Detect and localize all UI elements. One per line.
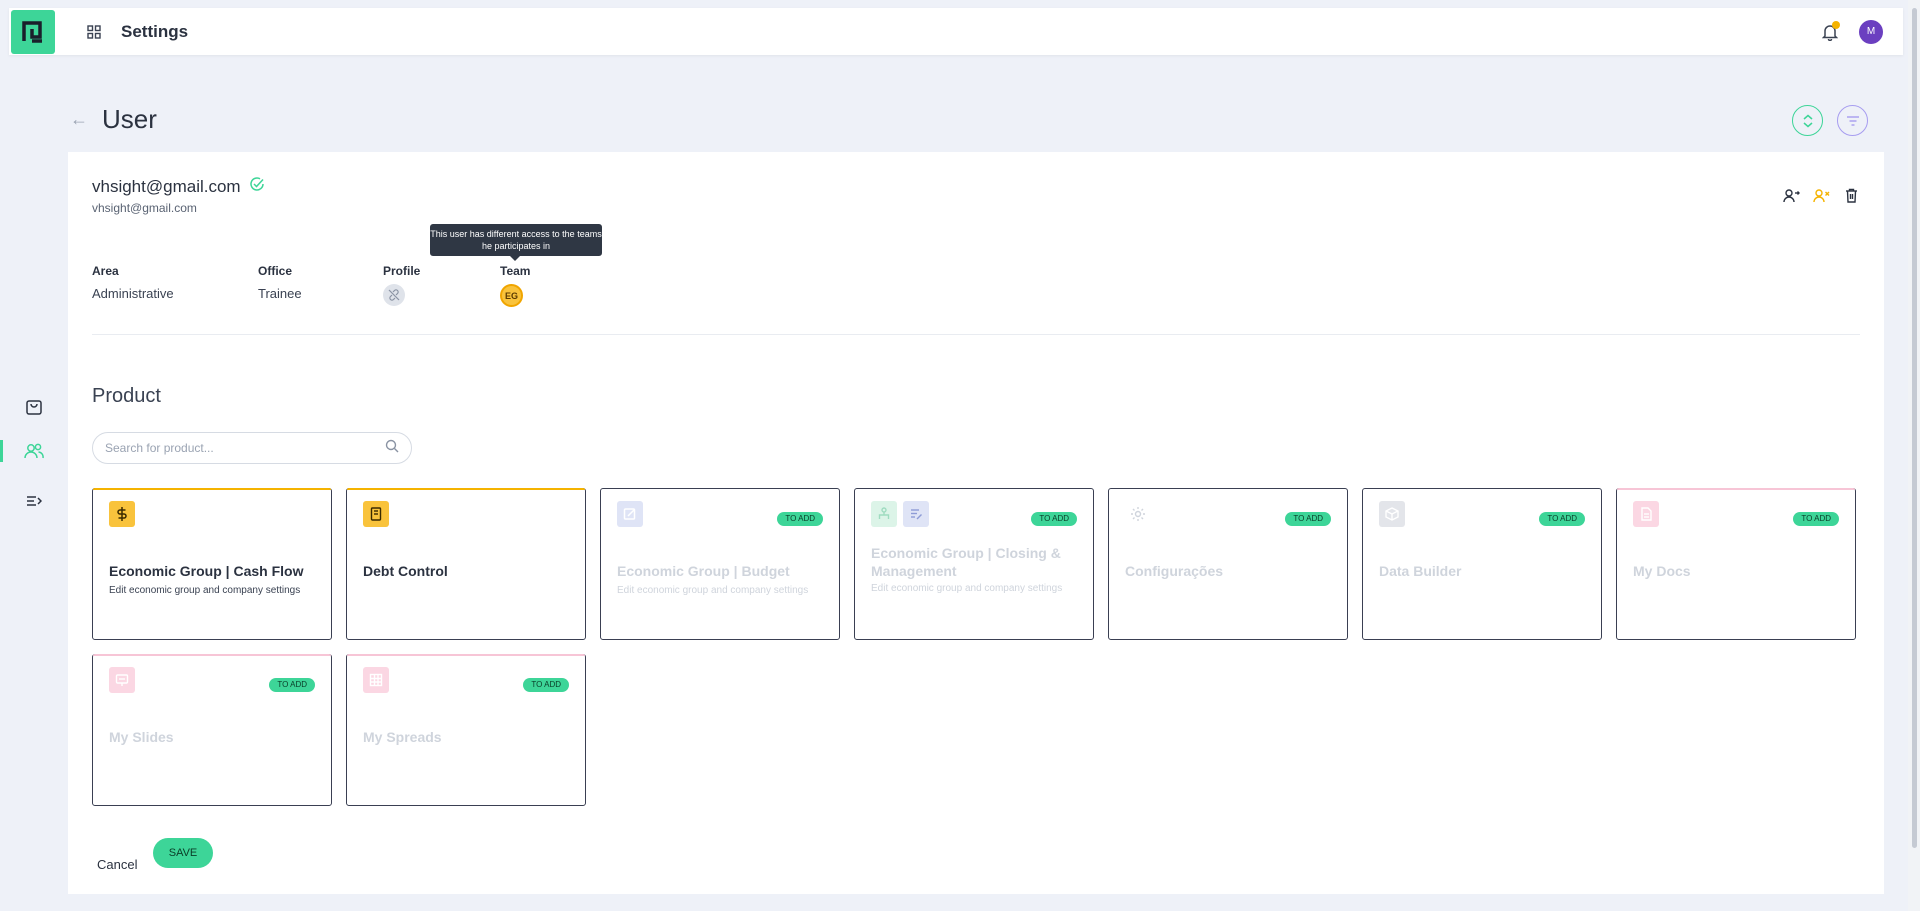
office-label: Office [258, 264, 293, 278]
product-tile-my-spreads[interactable]: TO ADD My Spreads [346, 654, 586, 806]
area-field: Area Administrative [92, 264, 174, 301]
rail-bag-icon[interactable] [22, 395, 46, 419]
grid-icon [363, 667, 389, 693]
product-tile-my-docs[interactable]: TO ADD My Docs [1616, 488, 1856, 640]
tile-desc: Edit economic group and company settings [109, 585, 301, 596]
tile-accent [347, 488, 585, 490]
team-badge[interactable]: EG [500, 284, 523, 307]
cancel-button[interactable]: Cancel [97, 857, 137, 872]
tile-accent [93, 654, 331, 656]
product-tile-cash-flow[interactable]: Economic Group | Cash Flow Edit economic… [92, 488, 332, 640]
page-header: ← User [70, 104, 157, 135]
app-logo[interactable] [11, 9, 55, 54]
page-title: User [102, 104, 157, 134]
user-card: vhsight@gmail.com vhsight@gmail.com This… [68, 152, 1884, 894]
notification-dot [1832, 20, 1840, 29]
product-search [92, 432, 412, 464]
product-search-input[interactable] [105, 441, 385, 455]
product-tile-debt-control[interactable]: Debt Control [346, 488, 586, 640]
to-add-badge: TO ADD [1031, 512, 1077, 526]
app-title: Settings [121, 21, 189, 41]
tile-accent [93, 488, 331, 490]
trash-icon[interactable] [1842, 186, 1860, 204]
user-remove-icon[interactable] [1812, 186, 1830, 204]
product-tile-my-slides[interactable]: TO ADD My Slides [92, 654, 332, 806]
tile-desc: Edit economic group and company settings [871, 583, 1063, 594]
product-section-title: Product [92, 385, 161, 407]
slides-icon [109, 667, 135, 693]
edit-doc-icon [617, 501, 643, 527]
page-scrollbar[interactable] [1908, 0, 1920, 911]
product-tile-configuracoes[interactable]: TO ADD Configurações [1108, 488, 1348, 640]
profile-label: Profile [383, 264, 421, 278]
to-add-badge: TO ADD [1793, 512, 1839, 526]
top-bar: Settings M [9, 8, 1903, 55]
to-add-badge: TO ADD [1539, 512, 1585, 526]
rail-collapse-icon[interactable] [22, 489, 46, 513]
divider [92, 334, 1860, 335]
rail-active-indicator [0, 440, 3, 462]
header-actions [1792, 105, 1868, 136]
unlinked-profile-icon[interactable] [383, 284, 405, 306]
user-avatar[interactable]: M [1859, 19, 1883, 44]
team-label: Team [500, 264, 531, 278]
verified-check-icon [249, 176, 265, 197]
gear-icon [1125, 501, 1151, 527]
team-field: Team EG [500, 264, 530, 307]
user-email: vhsight@gmail.com [92, 176, 241, 196]
user-email-sub: vhsight@gmail.com [92, 201, 197, 215]
to-add-badge: TO ADD [269, 678, 315, 692]
tile-accent [347, 654, 585, 656]
to-add-badge: TO ADD [777, 512, 823, 526]
profile-field: Profile [383, 264, 420, 306]
user-switch-icon[interactable] [1782, 186, 1800, 204]
office-value: Trainee [258, 286, 302, 301]
tile-name: My Docs [1633, 563, 1691, 579]
back-arrow-icon[interactable]: ← [70, 109, 88, 130]
book-icon [363, 501, 389, 527]
area-value: Administrative [92, 286, 174, 301]
tile-name: My Spreads [363, 729, 442, 745]
cube-icon [1379, 501, 1405, 527]
user-actions [1782, 186, 1860, 204]
tile-name: Economic Group | Cash Flow [109, 563, 304, 579]
save-button[interactable]: SAVE [153, 838, 213, 868]
apps-grid-icon[interactable] [83, 21, 105, 43]
tile-name: Debt Control [363, 563, 448, 579]
tile-name: Economic Group | Budget [617, 563, 790, 579]
filter-button[interactable] [1837, 105, 1868, 136]
office-field: Office Trainee [258, 264, 302, 301]
edit-list-icon [903, 501, 929, 527]
area-label: Area [92, 264, 119, 278]
product-tile-data-builder[interactable]: TO ADD Data Builder [1362, 488, 1602, 640]
product-tile-closing-management[interactable]: TO ADD Economic Group | Closing & Manage… [854, 488, 1094, 640]
expand-collapse-button[interactable] [1792, 105, 1823, 136]
tile-desc: Edit economic group and company settings [617, 585, 809, 596]
to-add-badge: TO ADD [523, 678, 569, 692]
search-icon[interactable] [385, 439, 399, 458]
org-chart-icon [871, 501, 897, 527]
scrollbar-thumb[interactable] [1912, 8, 1917, 848]
doc-icon [1633, 501, 1659, 527]
tile-name: Configurações [1125, 563, 1224, 579]
rail-users-icon[interactable] [22, 439, 46, 463]
tile-name: My Slides [109, 729, 174, 745]
tile-accent [1617, 488, 1855, 490]
to-add-badge: TO ADD [1285, 512, 1331, 526]
tile-name: Economic Group | Closing & Management [871, 545, 1061, 579]
dollar-icon [109, 501, 135, 527]
team-tooltip: This user has different access to the te… [430, 224, 602, 261]
product-tile-budget[interactable]: TO ADD Economic Group | Budget Edit econ… [600, 488, 840, 640]
tile-name: Data Builder [1379, 563, 1462, 579]
notification-bell-icon[interactable] [1819, 20, 1841, 43]
